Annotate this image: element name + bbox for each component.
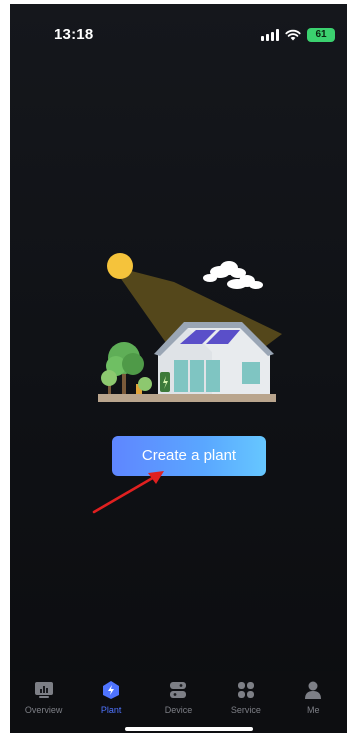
solar-house-illustration [98, 253, 282, 402]
tab-bar: Overview Plant Device Service Me [10, 671, 347, 733]
cloud-icon [203, 261, 263, 289]
tab-label: Overview [24, 705, 63, 715]
user-icon [302, 679, 324, 701]
tab-label: Me [306, 705, 320, 715]
tab-overview[interactable]: Overview [13, 679, 75, 715]
tab-label: Device [164, 705, 193, 715]
tab-me[interactable]: Me [282, 679, 344, 715]
create-plant-button[interactable]: Create a plant [112, 436, 266, 476]
device-icon [167, 679, 189, 701]
wifi-icon [285, 29, 301, 41]
status-bar: 13:18 61 [10, 4, 347, 56]
chart-icon [33, 679, 55, 701]
tab-label: Service [230, 705, 261, 715]
home-indicator[interactable] [125, 727, 253, 731]
tree-icon [101, 342, 152, 394]
status-icons: 61 [261, 26, 335, 44]
sun-icon [107, 253, 133, 279]
service-icon [235, 679, 257, 701]
tab-label: Plant [100, 705, 122, 715]
app-screen: 13:18 61 Create a plant Overview Plant D… [10, 4, 347, 733]
status-time: 13:18 [54, 26, 94, 43]
tab-device[interactable]: Device [147, 679, 209, 715]
tab-plant[interactable]: Plant [80, 679, 142, 715]
plant-icon [100, 679, 122, 701]
cellular-signal-icon [261, 29, 279, 41]
battery-icon: 61 [307, 28, 335, 42]
ground [98, 394, 276, 402]
tab-service[interactable]: Service [215, 679, 277, 715]
